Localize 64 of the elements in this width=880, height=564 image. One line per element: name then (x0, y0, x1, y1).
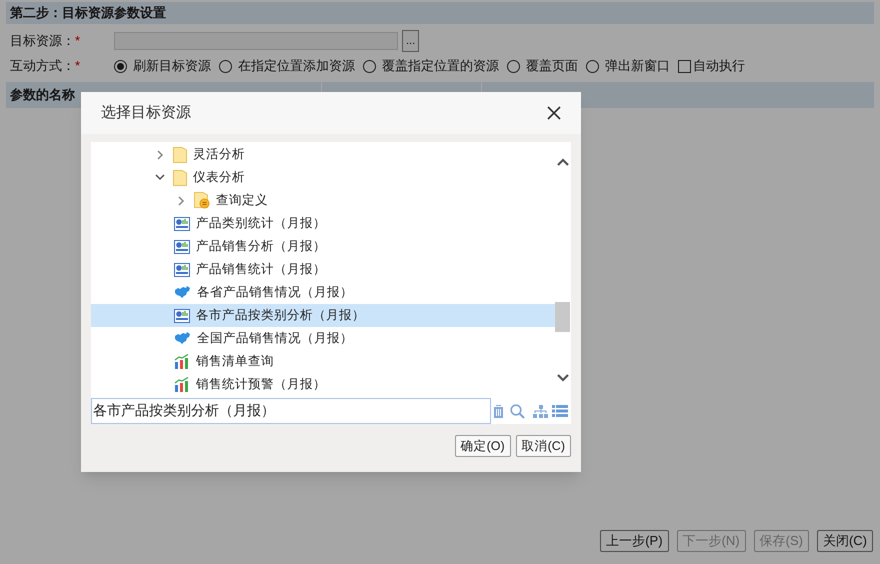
tree-row[interactable]: 查询定义 (91, 189, 555, 212)
field-label: 目标资源： (10, 33, 75, 48)
scroll-up-icon[interactable] (557, 158, 569, 166)
radio-button[interactable] (363, 60, 376, 72)
scroll-thumb[interactable] (555, 302, 570, 332)
map-icon (174, 286, 191, 299)
dashboard-icon (174, 262, 190, 276)
dashboard-icon (174, 308, 190, 322)
tree-item-label[interactable]: 产品类别统计（月报） (196, 214, 326, 233)
tree-row[interactable]: 销售统计预警（月报） (91, 373, 555, 396)
radio-label[interactable]: 弹出新窗口 (605, 56, 670, 76)
tree-row[interactable]: 灵活分析 (91, 143, 555, 166)
radio-label[interactable]: 覆盖指定位置的资源 (382, 56, 499, 76)
tree-row[interactable]: 仪表分析 (91, 166, 555, 189)
tree-item-label[interactable]: 各省产品销售情况（月报） (197, 283, 353, 302)
radio-label[interactable]: 覆盖页面 (526, 56, 578, 76)
checkbox-label[interactable]: 自动执行 (693, 56, 745, 76)
radio-button[interactable] (114, 60, 127, 72)
tree-item-label[interactable]: 灵活分析 (193, 145, 245, 164)
tree-item-label[interactable]: 仪表分析 (193, 168, 245, 187)
radio-label[interactable]: 刷新目标资源 (133, 56, 211, 76)
tree-item-label[interactable]: 产品销售分析（月报） (196, 237, 326, 256)
tree-row[interactable]: 销售清单查询 (91, 350, 555, 373)
tree-row[interactable]: 各市产品按类别分析（月报） (91, 304, 555, 327)
bar-chart-icon (174, 354, 190, 369)
step-button[interactable]: 关闭(C) (816, 530, 873, 552)
dialog-button[interactable]: 取消(C) (516, 435, 571, 457)
close-icon[interactable] (547, 106, 561, 120)
step-button[interactable]: 上一步(P) (600, 530, 669, 552)
tree-row[interactable]: 产品类别统计（月报） (91, 212, 555, 235)
dialog-button[interactable]: 确定(O) (454, 435, 511, 457)
tree-item-label[interactable]: 产品销售统计（月报） (196, 260, 326, 279)
tree-row[interactable]: 产品销售统计（月报） (91, 258, 555, 281)
tree-item-label[interactable]: 各市产品按类别分析（月报） (196, 306, 365, 325)
checkbox[interactable] (678, 60, 691, 72)
tree-row[interactable]: 全国产品销售情况（月报） (91, 327, 555, 350)
map-icon (174, 332, 191, 345)
folder-icon (194, 192, 210, 209)
field-label: 互动方式： (10, 58, 75, 74)
path-field[interactable]: 各市产品按类别分析（月报） (91, 398, 491, 424)
tree-item-label[interactable]: 全国产品销售情况（月报） (197, 329, 353, 348)
tree-row[interactable]: 产品销售分析（月报） (91, 235, 555, 258)
radio-button[interactable] (586, 60, 599, 72)
chevron-down-icon[interactable] (155, 174, 165, 181)
list-icon[interactable] (552, 405, 568, 417)
tree-item-label[interactable]: 销售统计预警（月报） (196, 375, 326, 394)
dashboard-icon (174, 240, 190, 254)
radio-label[interactable]: 在指定位置添加资源 (238, 56, 355, 76)
chevron-right-icon[interactable] (178, 196, 184, 206)
dashboard-icon (174, 216, 190, 230)
tree-item-label[interactable]: 销售清单查询 (196, 352, 274, 371)
radio-button[interactable] (507, 60, 520, 72)
required-mark: * (75, 58, 80, 74)
chevron-right-icon[interactable] (156, 150, 164, 160)
tree-item-label[interactable]: 查询定义 (216, 191, 268, 210)
folder-icon (173, 146, 187, 162)
bar-chart-icon (174, 377, 190, 392)
folder-icon (173, 170, 187, 186)
tree-row[interactable]: 各省产品销售情况（月报） (91, 281, 555, 304)
step-title: 第二步：目标资源参数设置 (6, 2, 874, 24)
scroll-down-icon[interactable] (557, 374, 569, 382)
radio-button[interactable] (219, 60, 232, 72)
browse-button[interactable]: ... (402, 30, 420, 52)
required-mark: * (75, 33, 80, 48)
